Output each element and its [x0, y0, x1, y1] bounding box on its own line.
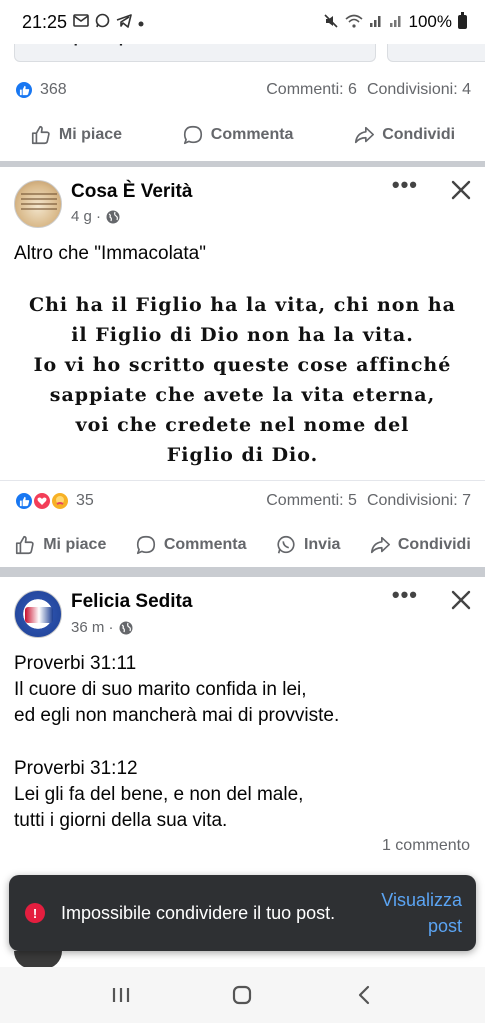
- quote-line: sappiate che avete la vita eterna,: [49, 384, 436, 406]
- telegram-icon: [116, 13, 132, 31]
- post1-reactions[interactable]: 35: [14, 491, 94, 511]
- like-button[interactable]: Mi piace: [30, 124, 122, 146]
- gmail-icon: [73, 14, 89, 30]
- post-line: Lei gli fa del bene, e non del male,: [14, 783, 304, 805]
- divider: [0, 480, 485, 481]
- status-time: 21:25: [22, 11, 68, 32]
- author-name[interactable]: Cosa È Verità: [71, 181, 192, 203]
- prev-post-stats: 368 Commenti: 6 Condivisioni: 4: [0, 75, 485, 105]
- status-bar: 21:25 100%: [0, 0, 485, 44]
- post-line: ed egli non mancherà mai di provviste.: [14, 705, 340, 727]
- love-reaction-icon: [32, 491, 52, 511]
- whatsapp-icon: [277, 535, 295, 554]
- author-avatar[interactable]: [14, 180, 62, 228]
- like-reaction-icon: [14, 80, 34, 100]
- prev-post-actions: Mi piace Commenta Condividi: [0, 113, 485, 157]
- post-line: tutti i giorni della sua vita.: [14, 810, 228, 832]
- quote-line: voi che credete nel nome del: [75, 414, 410, 436]
- send-label: Invia: [303, 536, 341, 553]
- share-label: Condividi: [382, 126, 456, 143]
- like-button[interactable]: Mi piace: [14, 534, 106, 556]
- quote-line: Chi ha il Figlio ha la vita, chi non ha: [29, 294, 456, 316]
- share-button[interactable]: Condividi: [369, 534, 471, 556]
- battery-percent: 100%: [408, 12, 452, 31]
- more-options-button[interactable]: •••: [392, 172, 418, 198]
- prev-shares-count[interactable]: Condivisioni: 4: [367, 81, 471, 99]
- share-icon: [355, 126, 375, 144]
- thumbs-up-icon: [16, 535, 34, 555]
- like-label: Mi piace: [43, 536, 107, 553]
- recents-icon: [112, 988, 129, 1002]
- comment-icon: [136, 535, 155, 555]
- share-button[interactable]: Condividi: [353, 124, 455, 146]
- post-line: Proverbi 31:11: [14, 653, 137, 674]
- post-meta: 4 g ·: [71, 208, 121, 225]
- status-right: 100%: [323, 12, 467, 32]
- wifi-icon: [344, 14, 363, 31]
- post1-actions: Mi piace Commenta Invia Condividi: [0, 523, 485, 567]
- quote-line: Io vi ho scritto queste cose affinché: [33, 354, 452, 376]
- post-line: Proverbi 31:12: [14, 757, 138, 779]
- post-line-blank: [14, 730, 339, 756]
- navigation-bar: [0, 967, 485, 1023]
- send-button[interactable]: Invia: [275, 534, 340, 556]
- signal-icon-2: [389, 14, 403, 31]
- post-time[interactable]: 4 g ·: [71, 208, 101, 225]
- care-reaction-icon: [50, 491, 70, 511]
- like-label: Mi piace: [58, 126, 123, 143]
- comment-label: Commenta: [210, 126, 294, 143]
- quote-image[interactable]: Chi ha il Figlio ha la vita, chi non ha …: [0, 290, 485, 468]
- recents-button[interactable]: [108, 982, 134, 1008]
- error-snackbar: ! Impossibile condividere il tuo post. V…: [9, 875, 476, 951]
- comment-button[interactable]: Commenta: [135, 534, 247, 556]
- post1-comments-count[interactable]: Commenti: 5: [266, 492, 357, 510]
- comment-button[interactable]: Commenta: [182, 124, 294, 146]
- battery-icon: [458, 12, 467, 29]
- home-button[interactable]: [229, 982, 255, 1008]
- comment-count[interactable]: 1 commento: [382, 837, 470, 855]
- thumbs-up-icon: [31, 125, 50, 145]
- author-avatar[interactable]: [14, 590, 62, 638]
- prev-comments-count[interactable]: Commenti: 6: [266, 81, 357, 99]
- post-body: Proverbi 31:11 Il cuore di suo marito co…: [14, 651, 339, 834]
- globe-icon: [119, 621, 133, 634]
- globe-icon: [106, 210, 120, 223]
- post1-shares-count[interactable]: Condivisioni: 7: [367, 492, 471, 510]
- signal-icon: [369, 14, 383, 31]
- home-icon: [233, 985, 252, 1005]
- comment-label: Commenta: [163, 536, 247, 553]
- prev-reactions[interactable]: 368: [14, 80, 67, 100]
- error-icon: !: [25, 903, 45, 923]
- post-line: Il cuore di suo marito confida in lei,: [14, 679, 307, 701]
- post-text: Altro che "Immacolata": [14, 243, 206, 264]
- post-time[interactable]: 36 m ·: [71, 619, 114, 636]
- share-label: Condividi: [397, 536, 471, 553]
- post1-reaction-count: 35: [76, 492, 94, 509]
- snackbar-message: Impossibile condividere il tuo post.: [61, 903, 336, 923]
- quote-line: il Figlio di Dio non ha la vita.: [71, 324, 414, 346]
- post-meta: 36 m ·: [71, 619, 134, 636]
- share-icon: [370, 536, 390, 554]
- view-post-button[interactable]: Visualizza post: [362, 887, 462, 939]
- close-icon[interactable]: [450, 589, 472, 611]
- post1-stats: 35 Commenti: 5 Condivisioni: 7: [0, 486, 485, 516]
- close-icon[interactable]: [450, 179, 472, 201]
- comment-icon: [183, 125, 202, 145]
- status-left: 21:25: [22, 12, 144, 33]
- back-icon: [359, 985, 370, 1005]
- whatsapp-icon: [95, 13, 110, 31]
- like-reaction-icon: [14, 491, 34, 511]
- back-button[interactable]: [351, 982, 377, 1008]
- dot-icon: [138, 14, 144, 30]
- author-name[interactable]: Felicia Sedita: [71, 591, 192, 613]
- quote-line: Figlio di Dio.: [166, 444, 319, 466]
- more-options-button[interactable]: •••: [392, 582, 418, 608]
- prev-reaction-count: 368: [40, 81, 67, 98]
- mute-icon: [323, 13, 339, 32]
